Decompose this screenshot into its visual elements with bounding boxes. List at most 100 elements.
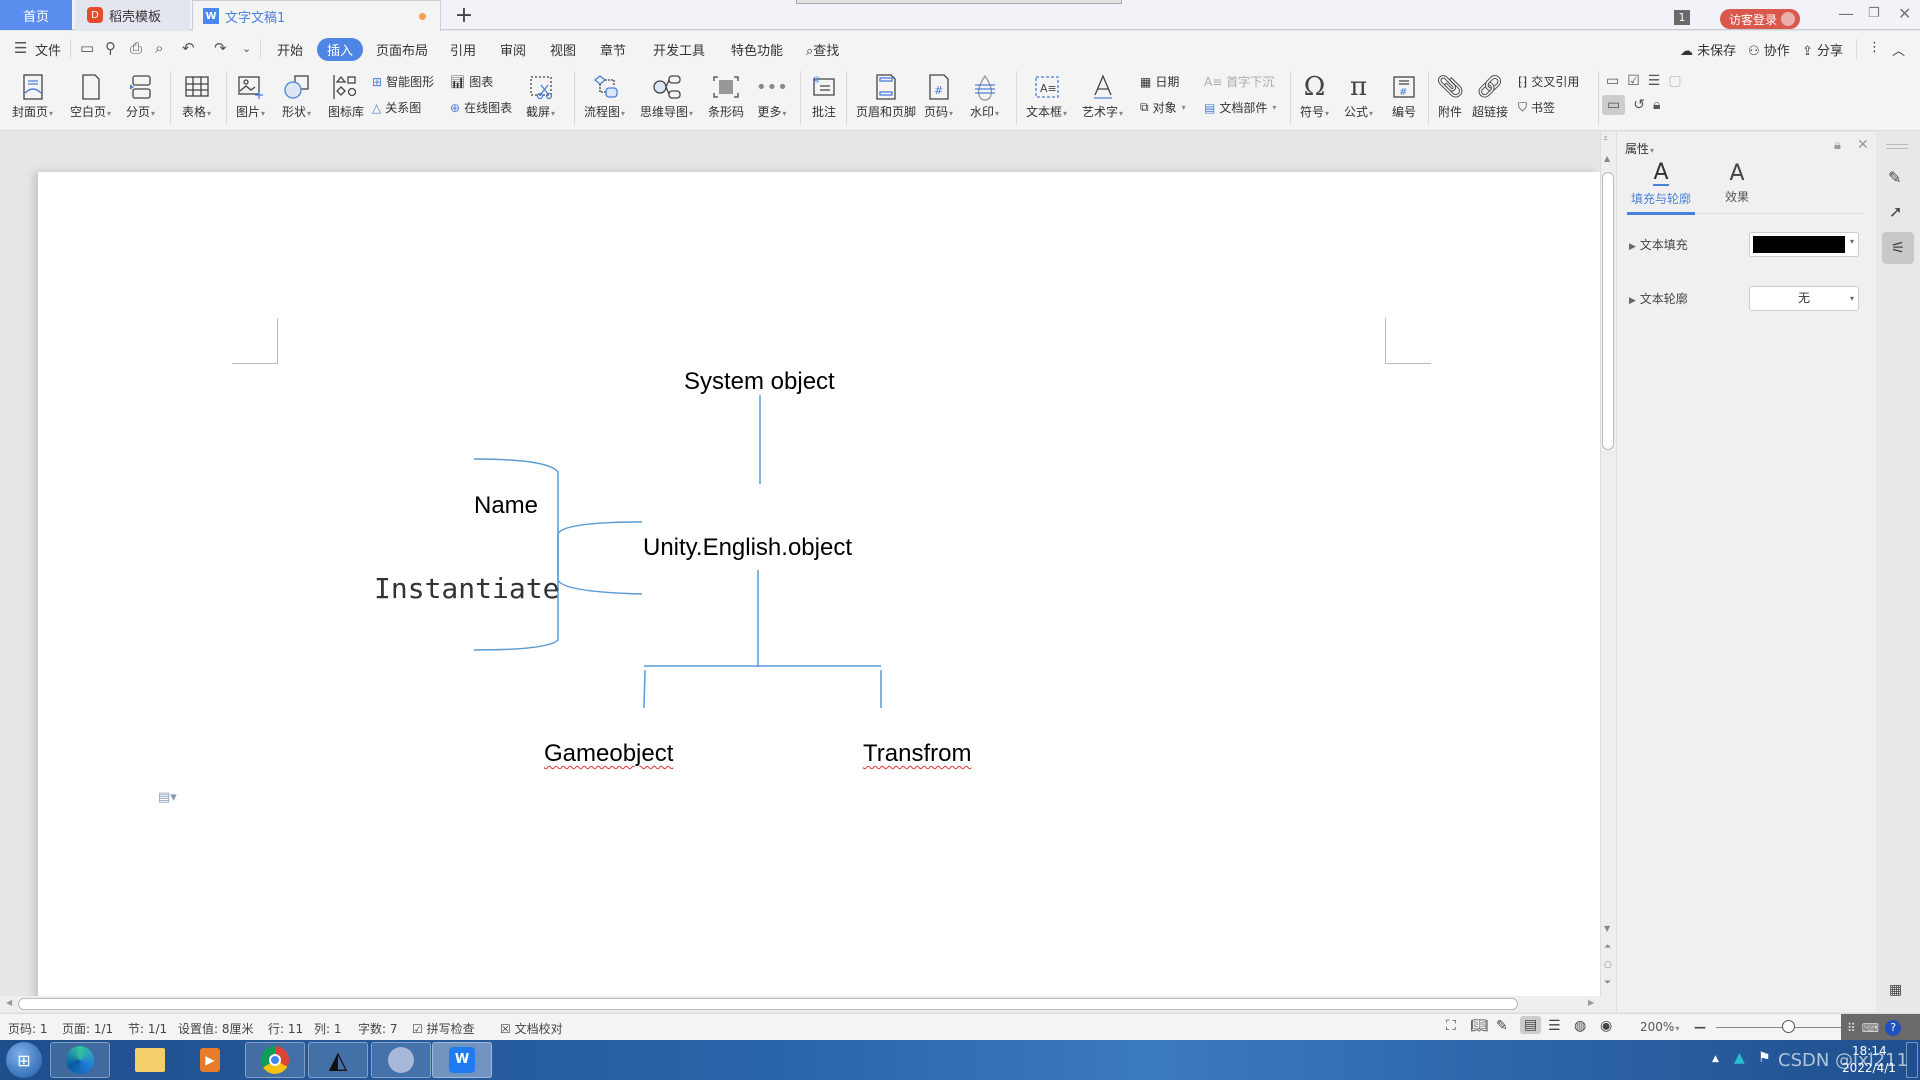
taskbar-explorer[interactable] — [120, 1042, 180, 1078]
status-setting[interactable]: 设置值: 8厘米 — [178, 1020, 254, 1037]
scroll-down-icon[interactable]: ▼ — [1604, 924, 1610, 933]
node-transform[interactable]: Transfrom — [863, 740, 971, 768]
checkbox-control-icon[interactable]: ☑ — [1627, 73, 1640, 89]
dropdown-control-icon[interactable]: ☰ — [1648, 73, 1661, 89]
next-page-icon[interactable]: ⏷ — [1604, 978, 1611, 988]
text-fill-color-picker[interactable]: ▾ — [1749, 232, 1859, 257]
smartart-button[interactable]: ⊞ 智能图形 — [372, 73, 434, 90]
barcode-button[interactable]: 条形码 — [708, 71, 744, 120]
tab-templates[interactable]: D 稻壳模板 — [75, 0, 190, 30]
menu-chapter[interactable]: 章节 — [600, 40, 626, 59]
customize-dropdown-icon[interactable]: ⌄ — [242, 42, 251, 55]
status-page-number[interactable]: 页码: 1 — [8, 1020, 48, 1037]
taskbar-app[interactable] — [371, 1042, 431, 1078]
close-icon[interactable]: ✕ — [1898, 4, 1911, 23]
undo-icon[interactable]: ↶ — [182, 39, 195, 57]
shape-button[interactable]: 形状▾ — [282, 71, 311, 120]
select-browse-object-icon[interactable]: ○ — [1604, 960, 1612, 970]
minimize-icon[interactable]: — — [1838, 4, 1854, 23]
tab-fill-outline[interactable]: A 填充与轮廓 — [1627, 162, 1695, 207]
taskbar-wps[interactable]: W — [432, 1042, 492, 1078]
properties-title[interactable]: 属性▾ — [1625, 140, 1654, 157]
edit-mode-icon[interactable]: ✎ — [1496, 1018, 1508, 1034]
node-gameobject[interactable]: Gameobject — [544, 740, 673, 768]
select-cursor-icon[interactable]: ➚ — [1889, 202, 1902, 221]
taskbar-unity[interactable]: ◭ — [308, 1042, 368, 1078]
formula-button[interactable]: π 公式▾ — [1344, 71, 1373, 120]
scroll-right-icon[interactable]: ▶ — [1588, 998, 1594, 1007]
clock-date[interactable]: 2022/4/1 — [1842, 1061, 1896, 1075]
hamburger-icon[interactable]: ☰ — [14, 39, 27, 57]
save-icon[interactable]: ▭ — [80, 39, 94, 57]
text-field-control-icon[interactable]: ▭ — [1606, 73, 1619, 89]
properties-toggle-icon[interactable]: ⚟ — [1882, 232, 1914, 264]
window-count-badge[interactable]: 1 — [1674, 10, 1690, 25]
prev-page-icon[interactable]: ⏶ — [1604, 942, 1611, 952]
icon-library-button[interactable]: 图标库 — [328, 71, 364, 120]
object-button[interactable]: ⧉ 对象 ▾ — [1140, 99, 1186, 116]
tray-expand-icon[interactable]: ▲ — [1712, 1054, 1719, 1064]
horizontal-scrollbar[interactable]: ◀ ▶ — [0, 996, 1616, 1012]
outline-view-icon[interactable]: ☰ — [1548, 1018, 1561, 1034]
picture-button[interactable]: 图片▾ — [236, 71, 265, 120]
watermark-button[interactable]: 水印▾ — [970, 71, 999, 120]
proofread-button[interactable]: ☒ 文档校对 — [500, 1020, 563, 1037]
lock-icon[interactable]: 🔒︎ — [1834, 138, 1841, 153]
tab-document[interactable]: W 文字文稿1 — [192, 0, 441, 31]
page-view-icon[interactable]: ▤ — [1520, 1016, 1542, 1034]
fullscreen-icon[interactable]: ⛶ — [1446, 1018, 1456, 1034]
design-mode-icon[interactable]: ▭ — [1602, 95, 1626, 115]
reset-form-icon[interactable]: ↺ — [1633, 97, 1645, 113]
control-properties-icon[interactable]: ▢ — [1668, 73, 1681, 89]
screenshot-button[interactable]: 截屏▾ — [526, 71, 555, 120]
spell-check-button[interactable]: ☑ 拼写检查 — [412, 1020, 475, 1037]
status-column[interactable]: 列: 1 — [314, 1020, 342, 1037]
status-word-count[interactable]: 字数: 7 — [358, 1020, 398, 1037]
taskbar-media-player[interactable]: ▶ — [180, 1042, 240, 1078]
keyboard-icon[interactable]: ⌨ — [1862, 1021, 1879, 1035]
zoom-out-icon[interactable]: — — [1694, 1020, 1706, 1034]
node-name[interactable]: Name — [474, 492, 538, 520]
show-desktop-button[interactable] — [1906, 1042, 1918, 1078]
zoom-level-dropdown[interactable]: 200%▾ — [1640, 1020, 1679, 1034]
scroll-left-icon[interactable]: ◀ — [6, 998, 12, 1007]
cross-reference-button[interactable]: ⁅⁆ 交叉引用 — [1518, 73, 1579, 90]
numbering-button[interactable]: # 编号 — [1392, 71, 1416, 120]
node-unity-object[interactable]: Unity.English.object — [643, 534, 852, 562]
document-page[interactable]: System object Name Unity.English.object … — [38, 172, 1600, 998]
dropcap-button[interactable]: A≡ 首字下沉 — [1204, 73, 1274, 90]
horizontal-scroll-thumb[interactable] — [18, 998, 1518, 1010]
taskbar-chrome[interactable] — [245, 1042, 305, 1078]
guest-login-button[interactable]: 访客登录 — [1720, 9, 1800, 29]
cover-page-button[interactable]: 封面页▾ — [12, 71, 53, 120]
mindmap-button[interactable]: 思维导图▾ — [640, 71, 693, 120]
protect-form-icon[interactable]: 🔒︎ — [1653, 97, 1660, 113]
vertical-scrollbar[interactable]: ⩡ ▲ ▼ ⏶ ○ ⏷ — [1600, 132, 1616, 998]
menu-features[interactable]: 特色功能 — [731, 40, 783, 59]
online-chart-button[interactable]: ⊕ 在线图表 — [450, 99, 512, 116]
page-break-button[interactable]: 分页▾ — [126, 71, 155, 120]
status-pages[interactable]: 页面: 1/1 — [62, 1020, 113, 1037]
zoom-slider-thumb[interactable] — [1781, 1020, 1795, 1033]
ruler-toggle-icon[interactable]: ⩡ — [1603, 134, 1608, 144]
collapse-ribbon-icon[interactable]: ︿ — [1892, 40, 1905, 59]
eye-protection-icon[interactable]: ◉ — [1600, 1018, 1612, 1034]
search-button[interactable]: ⌕查找 — [806, 40, 839, 59]
menu-developer[interactable]: 开发工具 — [653, 40, 705, 59]
status-section[interactable]: 节: 1/1 — [128, 1020, 167, 1037]
chart-button[interactable]: 📊︎ 图表 — [450, 73, 493, 90]
tray-autodesk-icon[interactable]: ▲ — [1734, 1050, 1745, 1066]
blank-page-button[interactable]: 空白页▾ — [70, 71, 111, 120]
zoom-slider-track[interactable] — [1716, 1027, 1846, 1028]
hyperlink-button[interactable]: 🔗︎ 超链接 — [1472, 71, 1508, 120]
text-fill-row[interactable]: ▶ 文本填充 — [1629, 236, 1688, 253]
scroll-up-icon[interactable]: ▲ — [1604, 154, 1610, 163]
menu-page-layout[interactable]: 页面布局 — [376, 40, 428, 59]
vertical-scroll-thumb[interactable] — [1602, 172, 1614, 450]
clock-time[interactable]: 18:14 — [1852, 1044, 1887, 1058]
menu-start[interactable]: 开始 — [277, 40, 303, 59]
unsaved-button[interactable]: ☁ 未保存 — [1680, 40, 1736, 59]
textbox-button[interactable]: A≡ 文本框▾ — [1026, 71, 1067, 120]
node-system-object[interactable]: System object — [684, 368, 835, 396]
close-panel-icon[interactable]: ✕ — [1857, 137, 1869, 153]
